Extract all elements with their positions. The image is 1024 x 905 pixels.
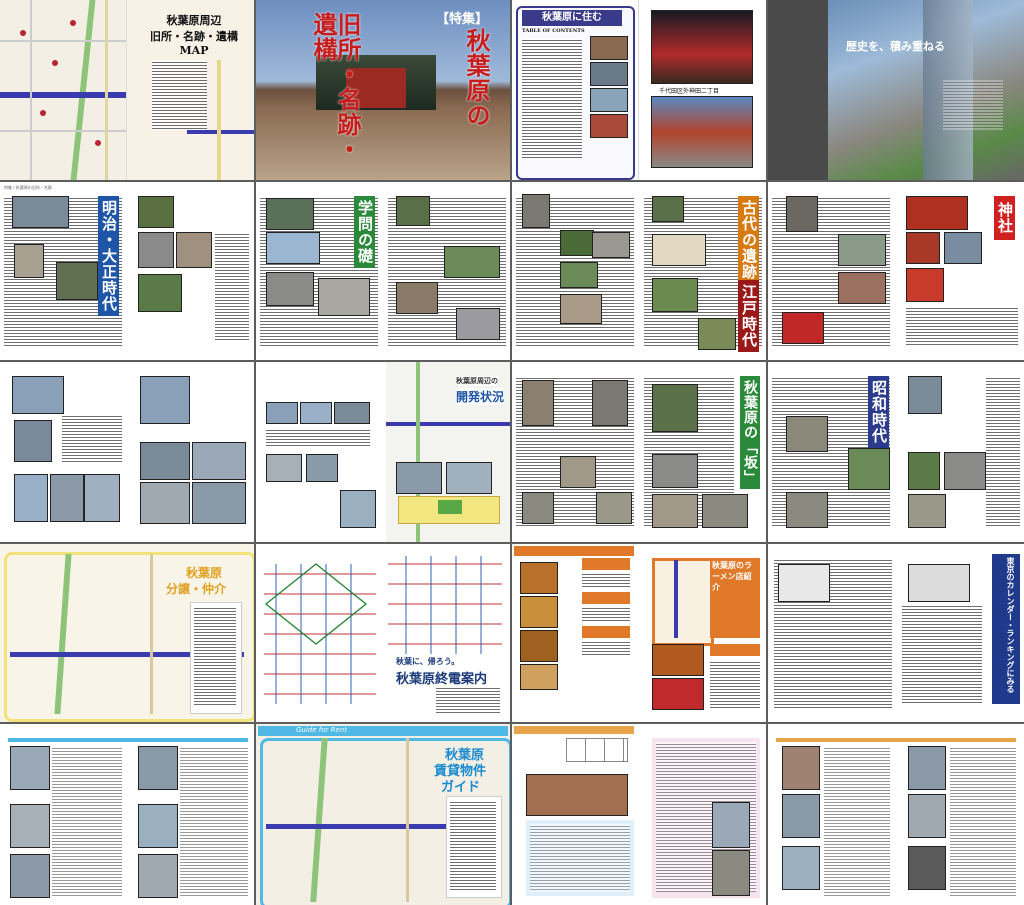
title-gakumon: 学問の礎 bbox=[354, 196, 375, 268]
title-meiji: 明治・大正時代 bbox=[98, 196, 119, 316]
magazine-spread-grid: 秋葉原周辺 旧所・名跡・遺構 MAP 【特集】 秋葉原の 旧所・名跡・遺構 秋葉… bbox=[0, 0, 1024, 905]
spread-rent-map[interactable]: Guide for Rent 秋葉原 賃貸物件 ガイド bbox=[256, 724, 510, 905]
spread-saka[interactable]: 秋葉原の「坂」 bbox=[512, 362, 766, 542]
spread-gakumon[interactable]: 学問の礎 bbox=[256, 182, 510, 360]
toc-caption: 千代田区外神田二丁目 bbox=[659, 88, 720, 95]
spread-meiji[interactable]: 特集 / 秋葉原の旧所・名跡 明治・大正時代 bbox=[0, 182, 254, 360]
spread-map[interactable]: 秋葉原周辺 旧所・名跡・遺構 MAP bbox=[0, 0, 254, 180]
map-title: 秋葉原周辺 旧所・名跡・遺構 MAP bbox=[150, 14, 238, 57]
rent-ribbon: Guide for Rent bbox=[296, 726, 347, 734]
title-jinja: 神社 bbox=[994, 196, 1015, 240]
train-title-2: 秋葉原終電案内 bbox=[396, 672, 488, 687]
dev-title-1: 秋葉原周辺の bbox=[456, 376, 498, 386]
spread-rent-list-2[interactable] bbox=[768, 724, 1024, 905]
spread-train[interactable]: 秋葉に、帰ろう。 秋葉原終電案内 bbox=[256, 544, 510, 722]
title-kodai: 古代の遺跡 bbox=[738, 196, 759, 284]
title-edo: 江戸時代 bbox=[738, 280, 759, 352]
spread-rent-list-1[interactable] bbox=[0, 724, 254, 905]
toc-logo: 秋葉原に住む bbox=[522, 10, 622, 26]
history-title: 歴史を、積み重ねる bbox=[846, 40, 945, 53]
title-saka: 秋葉原の「坂」 bbox=[740, 376, 760, 489]
toc-heading: TABLE OF CONTENTS bbox=[522, 28, 585, 34]
spread-kodai-edo[interactable]: 古代の遺跡 江戸時代 bbox=[512, 182, 766, 360]
review-title: 東京のカレンダー・ランキングにみる bbox=[992, 554, 1020, 704]
sale-title-2: 分譲・仲介 bbox=[165, 582, 226, 596]
spread-jinja[interactable]: 神社 bbox=[768, 182, 1024, 360]
spread-history[interactable]: 歴史を、積み重ねる bbox=[768, 0, 1024, 180]
title-showa: 昭和時代 bbox=[868, 376, 889, 448]
spread-toc[interactable]: 秋葉原に住む TABLE OF CONTENTS 千代田区外神田二丁目 bbox=[512, 0, 766, 180]
spread-cover[interactable]: 【特集】 秋葉原の 旧所・名跡・遺構 bbox=[256, 0, 510, 180]
spread-projects[interactable] bbox=[0, 362, 254, 542]
train-title-1: 秋葉に、帰ろう。 bbox=[396, 656, 460, 666]
sale-title-1: 秋葉原 bbox=[185, 566, 222, 580]
rent-title-3: ガイド bbox=[440, 780, 480, 795]
cover-tag: 【特集】 bbox=[435, 12, 488, 27]
cover-title-2: 旧所・名跡・遺構 bbox=[309, 12, 362, 162]
cover-title-1: 秋葉原の bbox=[462, 28, 491, 128]
dev-title-2: 開発状況 bbox=[456, 388, 505, 405]
spread-review[interactable]: 東京のカレンダー・ランキングにみる bbox=[768, 544, 1024, 722]
spread-showa[interactable]: 昭和時代 bbox=[768, 362, 1024, 542]
ramen-title: 秋葉原のラーメン店紹介 bbox=[710, 558, 760, 638]
spread-sale[interactable]: 秋葉原 分譲・仲介 bbox=[0, 544, 254, 722]
spread-development[interactable]: 秋葉原周辺の 開発状況 bbox=[256, 362, 510, 542]
spread-ramen[interactable]: 秋葉原のラーメン店紹介 bbox=[512, 544, 766, 722]
spread-rent-detail[interactable] bbox=[512, 724, 766, 905]
